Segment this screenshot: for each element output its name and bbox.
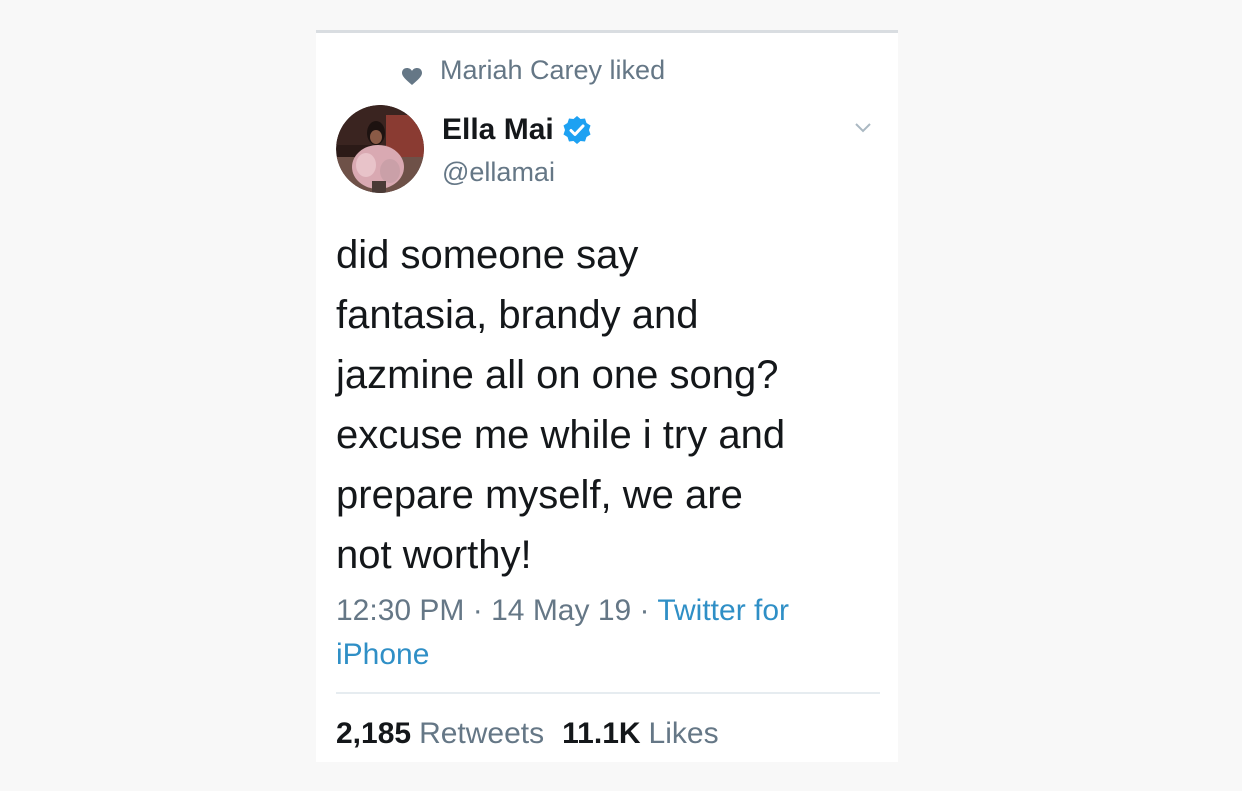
retweets-stat[interactable]: 2,185 Retweets: [336, 717, 544, 751]
tweet-text-line: jazmine all on one song?: [336, 353, 779, 397]
tweet-source-link-continued[interactable]: iPhone: [336, 638, 429, 671]
social-context-label: Mariah Carey liked: [440, 55, 666, 85]
avatar[interactable]: [336, 105, 424, 193]
tweet-time[interactable]: 12:30 PM: [336, 594, 464, 627]
author-name[interactable]: Ella Mai: [442, 113, 592, 147]
verified-badge-icon: [562, 115, 592, 145]
meta-separator: ·: [639, 594, 650, 627]
tweet-text-line: prepare myself, we are: [336, 473, 743, 517]
tweet-text-line: fantasia, brandy and: [336, 293, 699, 337]
author-handle[interactable]: @ellamai: [442, 157, 555, 188]
tweet-meta: 12:30 PM · 14 May 19 · Twitter for iPhon…: [336, 589, 876, 677]
tweet-text: did someone say fantasia, brandy and jaz…: [336, 225, 881, 585]
social-context: Mariah Carey liked: [402, 55, 665, 86]
tweet-text-line: not worthy!: [336, 533, 532, 577]
likes-stat[interactable]: 11.1K Likes: [562, 717, 718, 751]
likes-label: Likes: [648, 717, 719, 750]
tweet-card: Mariah Carey liked Ella Mai @ellamai did…: [316, 30, 898, 762]
meta-separator: ·: [472, 594, 483, 627]
chevron-down-icon[interactable]: [854, 121, 872, 133]
tweet-source-link[interactable]: Twitter for: [657, 594, 789, 627]
heart-icon: [402, 62, 422, 85]
retweets-count: 2,185: [336, 717, 412, 750]
tweet-text-line: excuse me while i try and: [336, 413, 786, 457]
tweet-text-line: did someone say: [336, 233, 639, 277]
retweets-label: Retweets: [419, 717, 545, 750]
screenshot-stage: Mariah Carey liked Ella Mai @ellamai did…: [0, 0, 1242, 791]
author-display-name: Ella Mai: [442, 113, 554, 146]
tweet-stats: 2,185 Retweets 11.1K Likes: [336, 717, 737, 751]
likes-count: 11.1K: [562, 717, 641, 750]
tweet-date[interactable]: 14 May 19: [491, 594, 631, 627]
divider: [336, 692, 880, 694]
